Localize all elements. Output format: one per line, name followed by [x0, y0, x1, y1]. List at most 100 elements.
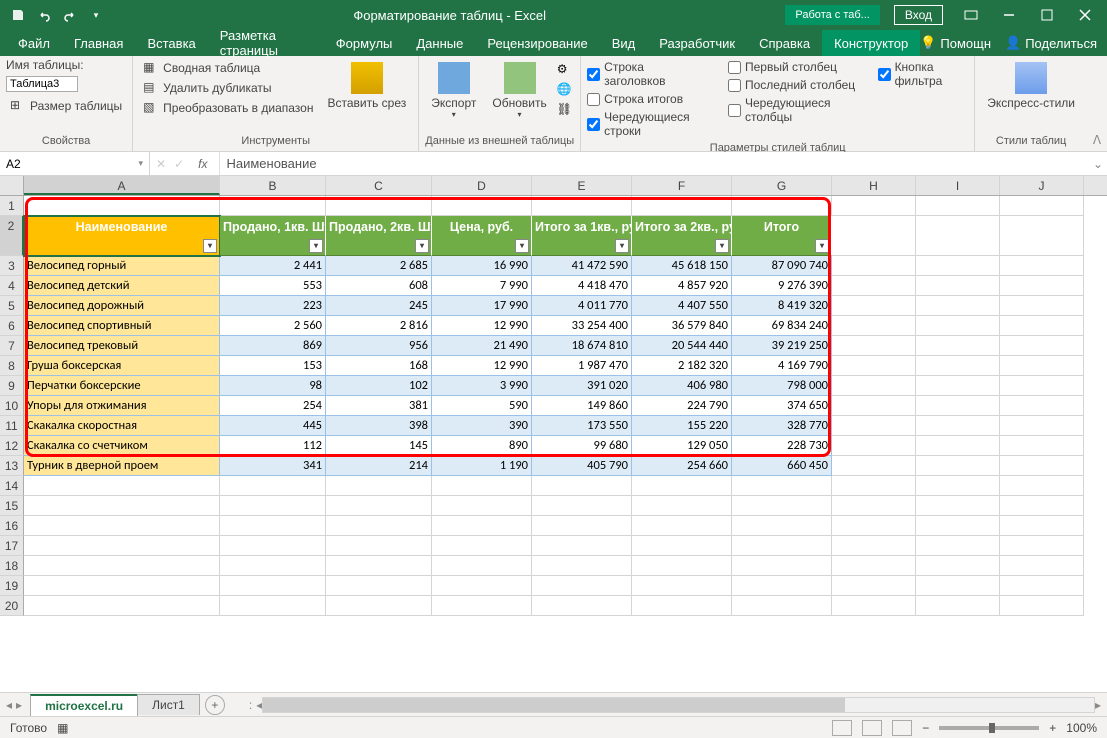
- empty-cell[interactable]: [832, 496, 916, 516]
- empty-cell[interactable]: [632, 196, 732, 216]
- data-cell[interactable]: 98: [220, 376, 326, 396]
- refresh-button[interactable]: Обновить▾: [486, 58, 552, 123]
- row-header-19[interactable]: 19: [0, 576, 24, 596]
- data-cell[interactable]: 102: [326, 376, 432, 396]
- empty-cell[interactable]: [1000, 596, 1084, 616]
- resize-table-button[interactable]: ⊞Размер таблицы: [6, 96, 126, 116]
- row-header-1[interactable]: 1: [0, 196, 24, 216]
- empty-cell[interactable]: [532, 576, 632, 596]
- select-all-corner[interactable]: [0, 176, 24, 195]
- redo-button[interactable]: [58, 3, 82, 27]
- filter-button-checkbox[interactable]: Кнопка фильтра: [878, 58, 969, 90]
- empty-cell[interactable]: [532, 596, 632, 616]
- row-header-2[interactable]: 2: [0, 216, 24, 256]
- data-cell[interactable]: 2 685: [326, 256, 432, 276]
- data-cell[interactable]: 214: [326, 456, 432, 476]
- data-cell[interactable]: Турник в дверной проем: [24, 456, 220, 476]
- empty-cell[interactable]: [632, 576, 732, 596]
- sheet-nav[interactable]: ◂▸: [6, 698, 30, 712]
- empty-cell[interactable]: [24, 476, 220, 496]
- header-cell[interactable]: Продано, 2кв. Шт.▾: [326, 216, 432, 256]
- empty-cell[interactable]: [326, 536, 432, 556]
- data-cell[interactable]: 17 990: [432, 296, 532, 316]
- data-cell[interactable]: 4 407 550: [632, 296, 732, 316]
- data-cell[interactable]: 4 857 920: [632, 276, 732, 296]
- header-cell[interactable]: Итого за 2кв., руб.▾: [632, 216, 732, 256]
- data-cell[interactable]: Перчатки боксерские: [24, 376, 220, 396]
- data-cell[interactable]: 391 020: [532, 376, 632, 396]
- data-cell[interactable]: 398: [326, 416, 432, 436]
- data-cell[interactable]: Велосипед детский: [24, 276, 220, 296]
- empty-cell[interactable]: [1000, 476, 1084, 496]
- empty-cell[interactable]: [832, 536, 916, 556]
- data-cell[interactable]: 16 990: [432, 256, 532, 276]
- empty-cell[interactable]: [432, 556, 532, 576]
- empty-cell[interactable]: [532, 196, 632, 216]
- header-row-checkbox[interactable]: Строка заголовков: [587, 58, 708, 90]
- data-cell[interactable]: 8 419 320: [732, 296, 832, 316]
- empty-cell[interactable]: [24, 516, 220, 536]
- empty-cell[interactable]: [632, 596, 732, 616]
- header-cell[interactable]: Продано, 1кв. Шт.▾: [220, 216, 326, 256]
- row-header-4[interactable]: 4: [0, 276, 24, 296]
- empty-cell[interactable]: [916, 576, 1000, 596]
- pivot-button[interactable]: ▦Сводная таблица: [139, 58, 317, 78]
- data-cell[interactable]: 341: [220, 456, 326, 476]
- empty-cell[interactable]: [432, 196, 532, 216]
- macro-record-icon[interactable]: ▦: [57, 721, 68, 735]
- empty-cell[interactable]: [632, 476, 732, 496]
- qat-customize[interactable]: ▾: [84, 3, 108, 27]
- data-cell[interactable]: 155 220: [632, 416, 732, 436]
- col-header-D[interactable]: D: [432, 176, 532, 195]
- tab-file[interactable]: Файл: [6, 30, 62, 56]
- filter-button[interactable]: ▾: [515, 239, 529, 253]
- empty-cell[interactable]: [732, 196, 832, 216]
- data-cell[interactable]: 41 472 590: [532, 256, 632, 276]
- data-cell[interactable]: 149 860: [532, 396, 632, 416]
- empty-cell[interactable]: [220, 196, 326, 216]
- empty-cell[interactable]: [832, 576, 916, 596]
- col-header-A[interactable]: A: [24, 176, 220, 195]
- tab-help[interactable]: Справка: [747, 30, 822, 56]
- data-cell[interactable]: 20 544 440: [632, 336, 732, 356]
- empty-cell[interactable]: [916, 476, 1000, 496]
- data-cell[interactable]: 69 834 240: [732, 316, 832, 336]
- fx-icon[interactable]: fx: [192, 157, 213, 171]
- empty-cell[interactable]: [326, 596, 432, 616]
- data-cell[interactable]: 129 050: [632, 436, 732, 456]
- save-button[interactable]: [6, 3, 30, 27]
- data-cell[interactable]: Велосипед горный: [24, 256, 220, 276]
- add-sheet-button[interactable]: +: [205, 695, 225, 715]
- data-cell[interactable]: 173 550: [532, 416, 632, 436]
- zoom-out-button[interactable]: −: [922, 721, 929, 735]
- empty-cell[interactable]: [732, 596, 832, 616]
- row-header-8[interactable]: 8: [0, 356, 24, 376]
- data-cell[interactable]: 254 660: [632, 456, 732, 476]
- empty-cell[interactable]: [632, 556, 732, 576]
- data-cell[interactable]: 21 490: [432, 336, 532, 356]
- row-header-7[interactable]: 7: [0, 336, 24, 356]
- view-page-button[interactable]: [862, 720, 882, 736]
- empty-cell[interactable]: [832, 476, 916, 496]
- row-header-13[interactable]: 13: [0, 456, 24, 476]
- data-cell[interactable]: 660 450: [732, 456, 832, 476]
- ribbon-options-button[interactable]: [953, 0, 989, 30]
- empty-cell[interactable]: [632, 536, 732, 556]
- data-cell[interactable]: 2 560: [220, 316, 326, 336]
- empty-cell[interactable]: [1000, 196, 1084, 216]
- row-header-11[interactable]: 11: [0, 416, 24, 436]
- data-cell[interactable]: 12 990: [432, 356, 532, 376]
- col-header-G[interactable]: G: [732, 176, 832, 195]
- data-cell[interactable]: 869: [220, 336, 326, 356]
- row-header-17[interactable]: 17: [0, 536, 24, 556]
- sheet-tab-active[interactable]: microexcel.ru: [30, 694, 138, 716]
- empty-cell[interactable]: [432, 496, 532, 516]
- data-cell[interactable]: 33 254 400: [532, 316, 632, 336]
- col-header-I[interactable]: I: [916, 176, 1000, 195]
- data-cell[interactable]: 2 182 320: [632, 356, 732, 376]
- data-cell[interactable]: 2 816: [326, 316, 432, 336]
- export-button[interactable]: Экспорт▾: [425, 58, 482, 123]
- tab-view[interactable]: Вид: [600, 30, 648, 56]
- empty-cell[interactable]: [732, 576, 832, 596]
- row-header-18[interactable]: 18: [0, 556, 24, 576]
